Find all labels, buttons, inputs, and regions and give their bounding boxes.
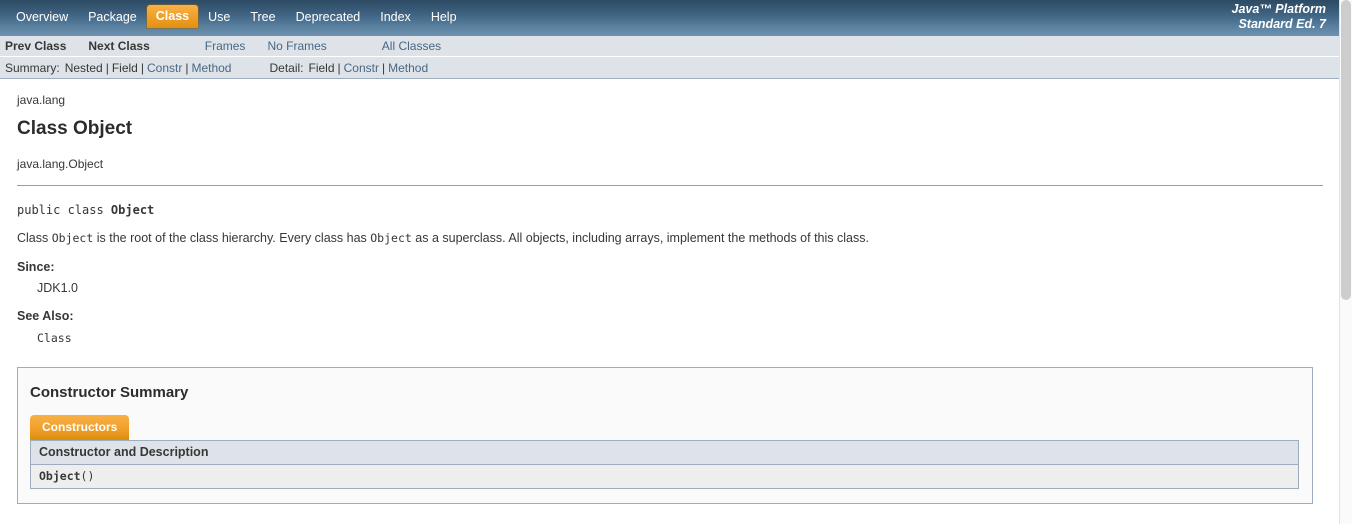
summary-nested-item: Nested [64, 60, 103, 75]
table-row: Object() [30, 464, 1299, 489]
vertical-scrollbar[interactable] [1339, 0, 1352, 524]
see-also-value[interactable]: Class [0, 323, 1340, 345]
nav-item-package[interactable]: Package [78, 7, 147, 27]
constructor-summary-panel: Constructor Summary Constructors Constru… [17, 367, 1313, 504]
declaration-class-name: Object [110, 203, 155, 217]
see-also-label: See Also: [17, 309, 74, 323]
separator: | [185, 60, 189, 75]
nav-item-tree[interactable]: Tree [240, 7, 285, 27]
summary-constr-link[interactable]: Constr [147, 61, 182, 75]
package-name: java.lang [17, 93, 66, 107]
description-code-2: Object [370, 231, 412, 245]
description-text-2: is the root of the class hierarchy. Ever… [93, 231, 371, 245]
next-class-link[interactable]: Next Class [88, 39, 149, 53]
description-text-1: Class [17, 231, 52, 245]
all-classes-link[interactable]: All Classes [382, 39, 441, 53]
prev-class-link[interactable]: Prev Class [5, 39, 66, 53]
top-navigation-bar: Overview Package Class Use Tree Deprecat… [0, 0, 1340, 36]
detail-constr-link[interactable]: Constr [344, 61, 379, 75]
nav-item-class[interactable]: Class [146, 5, 199, 28]
fully-qualified-class-name: java.lang.Object [17, 157, 104, 171]
sub-nav-row-classnav: Prev Class Next Class Frames No Frames A… [0, 36, 1340, 56]
tab-constructors[interactable]: Constructors [30, 415, 130, 440]
summary-label: Summary: [5, 60, 60, 75]
declaration-modifiers: public class [17, 203, 111, 217]
separator: | [140, 60, 144, 75]
nav-item-deprecated[interactable]: Deprecated [286, 7, 371, 27]
page-title: Class Object [17, 118, 133, 139]
product-title-line1: Java™ Platform [1231, 2, 1326, 16]
nav-item-use[interactable]: Use [198, 7, 240, 27]
separator: | [105, 60, 109, 75]
constructor-cell: Object() [30, 464, 1299, 489]
no-frames-link[interactable]: No Frames [267, 39, 326, 53]
class-declaration: public class Object [0, 186, 1340, 217]
product-title-line2: Standard Ed. 7 [1238, 17, 1326, 31]
constructor-name-link[interactable]: Object [39, 469, 81, 483]
constructor-summary-tabrow: Constructors [18, 401, 1312, 440]
since-value: JDK1.0 [37, 281, 78, 295]
constructor-summary-title: Constructor Summary [30, 384, 189, 401]
class-metadata-list: Since: JDK1.0 See Also: Class [0, 246, 1340, 345]
main-content: java.lang Class Object java.lang.Object … [0, 79, 1340, 504]
description-code-1: Object [51, 231, 94, 245]
detail-method-link[interactable]: Method [388, 61, 428, 75]
constructor-signature: () [80, 469, 95, 483]
class-description: Class Object is the root of the class hi… [0, 217, 1340, 246]
since-label: Since: [17, 260, 55, 274]
nav-item-index[interactable]: Index [370, 7, 421, 27]
separator: | [337, 60, 341, 75]
top-nav-list: Overview Package Class Use Tree Deprecat… [0, 5, 467, 28]
column-header-constructor-and-description: Constructor and Description [30, 440, 1299, 465]
scrollbar-thumb[interactable] [1341, 0, 1351, 300]
frames-link[interactable]: Frames [205, 39, 246, 53]
description-text-3: as a superclass. All objects, including … [411, 231, 869, 245]
nav-item-overview[interactable]: Overview [6, 7, 78, 27]
sub-navigation-bar: Prev Class Next Class Frames No Frames A… [0, 36, 1340, 79]
separator: | [381, 60, 386, 75]
nav-item-help[interactable]: Help [421, 7, 467, 27]
javadoc-page: Overview Package Class Use Tree Deprecat… [0, 0, 1340, 524]
sub-nav-row-summary-detail: Summary: Nested | Field | Constr | Metho… [0, 56, 1340, 78]
table-header-row: Constructor and Description [30, 440, 1299, 465]
product-title: Java™ Platform Standard Ed. 7 [1232, 2, 1326, 32]
detail-label: Detail: [269, 60, 304, 75]
summary-method-link[interactable]: Method [191, 61, 231, 75]
constructor-summary-table: Constructor and Description Object() [30, 440, 1299, 489]
detail-field-item: Field [308, 60, 335, 75]
summary-field-item: Field [111, 60, 138, 75]
